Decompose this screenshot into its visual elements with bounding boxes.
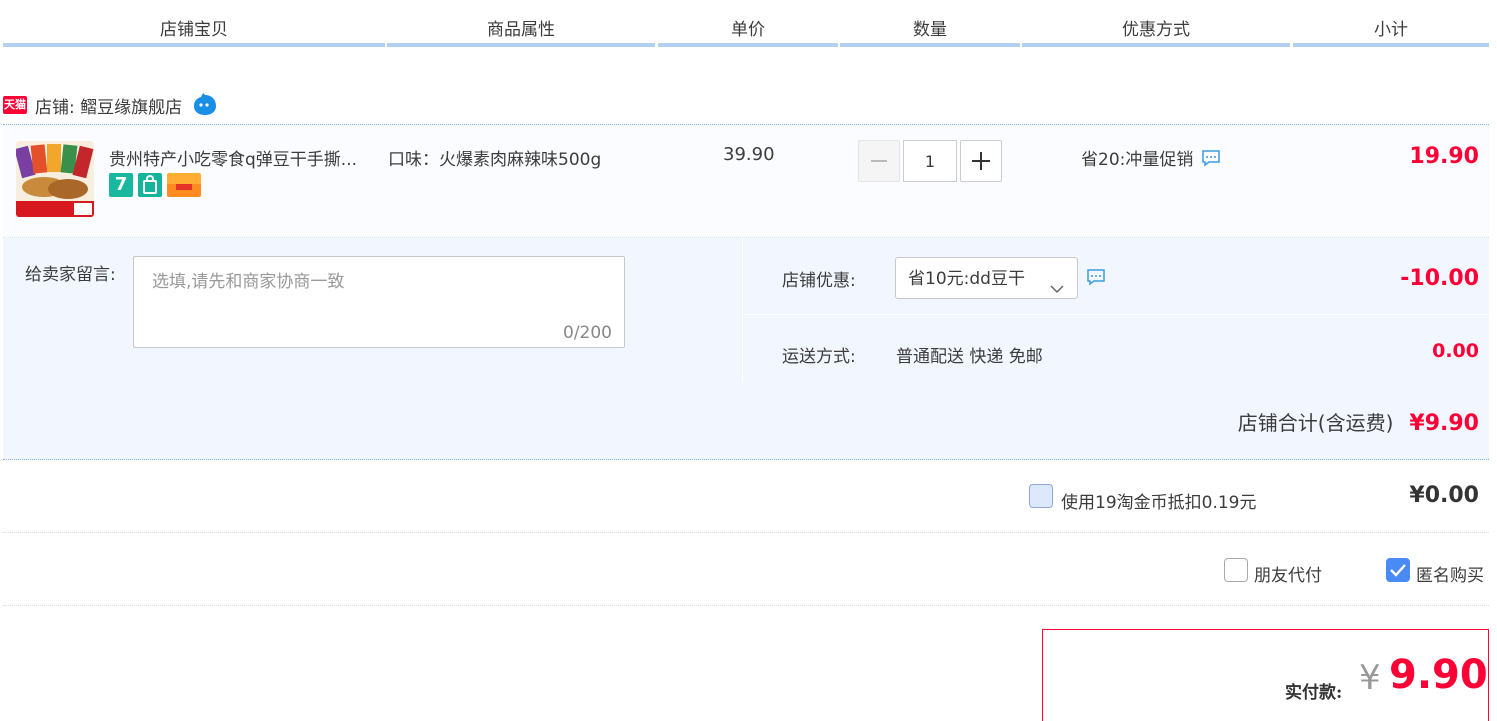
unit-price: 39.90 — [723, 144, 775, 165]
purchase-options-row: 朋友代付 匿名购买 — [3, 534, 1489, 606]
seller-message-label: 给卖家留言: — [25, 265, 116, 285]
anonymous-checkbox[interactable] — [1386, 558, 1410, 582]
product-attribute: 口味：火爆素肉麻辣味500g — [388, 150, 602, 170]
promotion-text: 省20:冲量促销 — [1081, 150, 1194, 170]
friend-pay-label[interactable]: 朋友代付 — [1254, 561, 1322, 586]
shop-total-amount: ¥9.90 — [1409, 411, 1479, 436]
payment-summary: 实付款: ¥ 9.90 — [1042, 629, 1489, 721]
taojinbi-row: 使用19淘金币抵扣0.19元 ¥0.00 — [3, 461, 1489, 533]
seller-message-counter: 0/200 — [563, 323, 612, 343]
quantity-stepper: 1 — [858, 140, 1002, 182]
seller-message-textarea[interactable]: 选填,请先和商家协商一致 0/200 — [133, 256, 625, 348]
shop-coupon-selected: 省10元:dd豆干 — [908, 269, 1025, 289]
wangwang-chat-icon[interactable] — [192, 93, 218, 117]
column-quantity: 数量 — [840, 0, 1020, 47]
column-header: 店铺宝贝 商品属性 单价 数量 优惠方式 小计 — [0, 0, 1497, 48]
chat-bubble-icon[interactable] — [1201, 149, 1221, 167]
product-thumbnail[interactable] — [16, 141, 94, 217]
taojinbi-amount: ¥0.00 — [1409, 483, 1479, 508]
column-attribute: 商品属性 — [387, 0, 655, 47]
chevron-down-icon — [1049, 271, 1064, 294]
seller-message-placeholder: 选填,请先和商家协商一致 — [152, 272, 345, 292]
service-badges: 7 — [109, 173, 201, 197]
payment-label: 实付款: — [1285, 683, 1343, 703]
shop-coupon-select[interactable]: 省10元:dd豆干 — [895, 257, 1078, 299]
product-title-link[interactable]: 贵州特产小吃零食q弹豆干手撕... — [109, 145, 357, 170]
shipping-cost: 0.00 — [1432, 340, 1479, 362]
tmall-icon: 天猫 — [3, 96, 27, 114]
order-item-row: 贵州特产小吃零食q弹豆干手撕... 7 口味：火爆素肉麻辣味500g 39.90… — [3, 124, 1489, 238]
shop-header: 天猫 店铺: 鳛豆缘旗舰店 — [3, 90, 218, 120]
quantity-input[interactable]: 1 — [903, 140, 957, 182]
seller-message-section: 给卖家留言: 选填,请先和商家协商一致 0/200 — [3, 238, 743, 382]
quantity-decrease-button[interactable] — [858, 140, 900, 182]
credit-card-icon — [167, 173, 201, 197]
column-subtotal: 小计 — [1293, 0, 1489, 47]
anonymous-label[interactable]: 匿名购买 — [1416, 561, 1484, 586]
shipping-method: 普通配送 快递 免邮 — [896, 347, 1043, 367]
column-shop-item: 店铺宝贝 — [3, 0, 385, 47]
shop-coupon-amount: -10.00 — [1400, 266, 1479, 291]
friend-pay-checkbox[interactable] — [1224, 558, 1248, 582]
taojinbi-checkbox[interactable] — [1029, 484, 1053, 508]
shipping-label: 运送方式: — [782, 347, 856, 367]
taojinbi-text: 使用19淘金币抵扣0.19元 — [1061, 493, 1257, 513]
order-extras-panel: 给卖家留言: 选填,请先和商家协商一致 0/200 店铺优惠: 省10元:dd豆… — [3, 238, 1489, 460]
shopping-bag-icon — [138, 173, 162, 197]
shop-total-label: 店铺合计(含运费) — [1237, 411, 1394, 435]
currency-symbol: ¥ — [1359, 658, 1381, 698]
shipping-row: 运送方式: 普通配送 快递 免邮 0.00 — [744, 316, 1489, 382]
item-subtotal: 19.90 — [1409, 144, 1479, 169]
shop-name-link[interactable]: 店铺: 鳛豆缘旗舰店 — [35, 93, 182, 118]
seven-day-return-icon: 7 — [109, 173, 133, 197]
column-price: 单价 — [658, 0, 838, 47]
payment-amount: 9.90 — [1389, 652, 1488, 698]
shop-coupon-row: 店铺优惠: 省10元:dd豆干 -10.00 — [744, 238, 1489, 315]
chat-bubble-icon[interactable] — [1086, 268, 1106, 290]
column-promotion: 优惠方式 — [1022, 0, 1290, 47]
promotion-info: 省20:冲量促销 — [1081, 145, 1221, 170]
quantity-increase-button[interactable] — [960, 140, 1002, 182]
shop-total: 店铺合计(含运费) ¥9.90 — [1238, 407, 1479, 436]
shop-coupon-label: 店铺优惠: — [782, 271, 856, 291]
